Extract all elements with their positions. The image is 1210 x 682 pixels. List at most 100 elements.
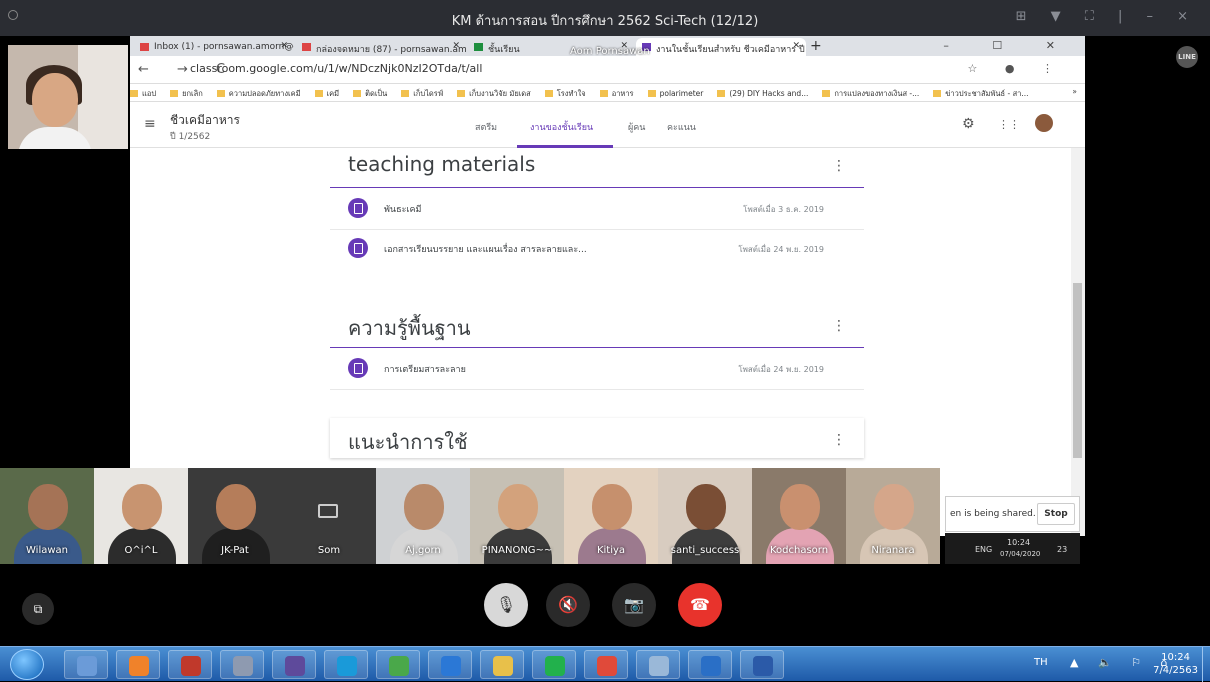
topic-title[interactable]: แนะนำการใช้	[348, 426, 468, 458]
tray-time: 10:24	[1007, 538, 1031, 547]
clock[interactable]: 10:24 7/4/2563	[1153, 651, 1198, 677]
app-glyph	[597, 656, 617, 676]
ie-app-icon[interactable]	[428, 650, 472, 679]
stop-sharing-button[interactable]: Stop	[1037, 503, 1075, 525]
app-glyph	[441, 656, 461, 676]
browser-tab-gmail[interactable]: Inbox (1) - pornsawan.amorn@g ✕	[134, 38, 294, 56]
media-player-app-icon[interactable]	[116, 650, 160, 679]
notification-count: 23	[1057, 545, 1068, 554]
bookmark-item[interactable]: ความปลอดภัยทางเคมี	[217, 88, 301, 100]
menu-icon[interactable]: ≡	[144, 116, 156, 132]
bookmark-item[interactable]: polarimeter	[648, 89, 704, 98]
participant-face	[122, 484, 162, 530]
spreadsheet-app-icon[interactable]	[168, 650, 212, 679]
tab-stream[interactable]: สตรีม	[475, 120, 497, 134]
scrollbar-thumb[interactable]	[1073, 283, 1082, 458]
list-item[interactable]: เอกสารเรียนบรรยาย และแผนเรื่อง สารละลายแ…	[330, 230, 864, 268]
bookmark-item[interactable]: อาหาร	[600, 88, 634, 100]
participant-tile[interactable]: Som	[282, 468, 376, 564]
visual-studio-app-icon[interactable]	[272, 650, 316, 679]
participant-tile[interactable]: Kitiya	[564, 468, 658, 564]
bookmarks-overflow-icon[interactable]: »	[1072, 87, 1077, 96]
line-app-icon[interactable]: LINE	[1176, 46, 1198, 68]
explorer-app-icon[interactable]	[480, 650, 524, 679]
clock-time: 10:24	[1161, 652, 1190, 663]
close-tab-icon[interactable]: ✕	[280, 41, 288, 51]
more-options-icon[interactable]: ⋮	[832, 432, 846, 448]
browser-window-controls[interactable]: – ☐ ✕	[943, 39, 1075, 52]
participant-tile[interactable]: Wilawan	[0, 468, 94, 564]
self-video[interactable]	[8, 45, 128, 149]
line-app-icon[interactable]	[532, 650, 576, 679]
participant-face	[780, 484, 820, 530]
address-bar-icons[interactable]: ☆ ● ⋮	[968, 62, 1065, 75]
participant-name: JK-Pat	[221, 545, 249, 556]
participant-tile[interactable]: PINANONG~~	[470, 468, 564, 564]
screen-share-button[interactable]: ⧉	[22, 593, 54, 625]
bookmark-item[interactable]: โรงทำใจ	[545, 88, 586, 100]
list-item[interactable]: พันธะเคมี โพสต์เมื่อ 3 ธ.ค. 2019	[330, 190, 864, 228]
math-app-icon[interactable]	[220, 650, 264, 679]
gear-icon[interactable]: ⚙	[962, 116, 975, 132]
help-app-icon[interactable]	[688, 650, 732, 679]
tool-app-icon[interactable]	[636, 650, 680, 679]
bookmark-item[interactable]: ข่าวประชาสัมพันธ์ - สา...	[933, 88, 1028, 100]
more-options-icon[interactable]: ⋮	[832, 318, 846, 334]
paint-app-icon[interactable]	[376, 650, 420, 679]
tab-grades[interactable]: คะแนน	[667, 120, 696, 134]
close-tab-icon[interactable]: ✕	[452, 41, 460, 51]
participant-tile[interactable]: santi_success	[658, 468, 752, 564]
participant-name: PINANONG~~	[481, 545, 553, 556]
topic-title[interactable]: teaching materials	[348, 152, 535, 176]
word-app-icon[interactable]	[740, 650, 784, 679]
app-glyph	[77, 656, 97, 676]
participant-tile[interactable]: Aj.gorn	[376, 468, 470, 564]
class-name[interactable]: ชีวเคมีอาหาร	[170, 111, 240, 130]
bookmark-item[interactable]: การแปลงของทางเงินส -...	[822, 88, 919, 100]
bookmark-item[interactable]: แอป	[130, 88, 156, 100]
chrome-app-icon[interactable]	[584, 650, 628, 679]
url-field[interactable]: classroom.google.com/u/1/w/NDczNjk0NzI2O…	[190, 62, 482, 75]
item-date: โพสต์เมื่อ 24 พ.ย. 2019	[738, 245, 824, 254]
tab-people[interactable]: ผู้คน	[628, 120, 645, 134]
browser-tab-classwork[interactable]: งานในชั้นเรียนสำหรับ ชีวเคมีอาหาร ปี ✕	[636, 38, 806, 56]
window-controls[interactable]: ⊞ ▼ ⛶ | – ×	[1016, 9, 1198, 24]
page-scrollbar[interactable]	[1071, 148, 1085, 536]
mute-speaker-button[interactable]: 🔇	[546, 583, 590, 627]
start-button[interactable]	[10, 649, 44, 680]
bookmark-item[interactable]: เคมี	[315, 88, 340, 100]
bookmark-item[interactable]: ยกเลิก	[170, 88, 203, 100]
participant-tile[interactable]: O^i^L	[94, 468, 188, 564]
topic-section: teaching materials ⋮	[330, 148, 864, 188]
screen-share-banner: en is being shared. Stop	[945, 496, 1080, 532]
apps-grid-icon[interactable]: ⋮⋮	[998, 118, 1020, 131]
tab-title: ชั้นเรียน	[488, 45, 520, 55]
participant-tile[interactable]: Kodchasorn	[752, 468, 846, 564]
participant-name: Niranara	[871, 545, 915, 556]
more-options-icon[interactable]: ⋮	[832, 158, 846, 174]
video-off-button[interactable]: 📷	[612, 583, 656, 627]
participant-tile[interactable]: JK-Pat	[188, 468, 282, 564]
skype-app-icon[interactable]	[324, 650, 368, 679]
calculator-app-icon[interactable]	[64, 650, 108, 679]
participant-tile[interactable]: Niranara	[846, 468, 940, 564]
bookmark-item[interactable]: เก็บงานวิจัย มัยเดส	[457, 88, 531, 100]
item-divider	[330, 389, 864, 390]
list-item[interactable]: การเตรียมสารละลาย โพสต์เมื่อ 24 พ.ย. 201…	[330, 350, 864, 388]
bookmark-item[interactable]: เก็บไดรฟ์	[401, 88, 443, 100]
tray-date: 07/04/2020	[1000, 550, 1041, 558]
end-call-button[interactable]: ☎	[678, 583, 722, 627]
input-language[interactable]: TH	[1034, 657, 1048, 668]
tab-classwork[interactable]: งานของชั้นเรียน	[530, 120, 593, 134]
bookmark-item[interactable]: ติดเป็น	[353, 88, 387, 100]
tab-title: Inbox (1) - pornsawan.amorn@g	[154, 42, 294, 52]
participant-face	[498, 484, 538, 530]
close-tab-icon[interactable]: ✕	[792, 41, 800, 51]
browser-tab-mail-thai[interactable]: กล่องจดหมาย (87) - pornsawan.am ✕	[296, 38, 466, 56]
show-desktop-button[interactable]	[1202, 647, 1210, 682]
topic-title[interactable]: ความรู้พื้นฐาน	[348, 312, 471, 344]
mute-mic-button[interactable]: 🎙	[484, 583, 528, 627]
account-avatar[interactable]	[1035, 114, 1053, 132]
bookmark-item[interactable]: (29) DIY Hacks and...	[717, 89, 808, 98]
new-tab-button[interactable]: +	[810, 38, 822, 54]
